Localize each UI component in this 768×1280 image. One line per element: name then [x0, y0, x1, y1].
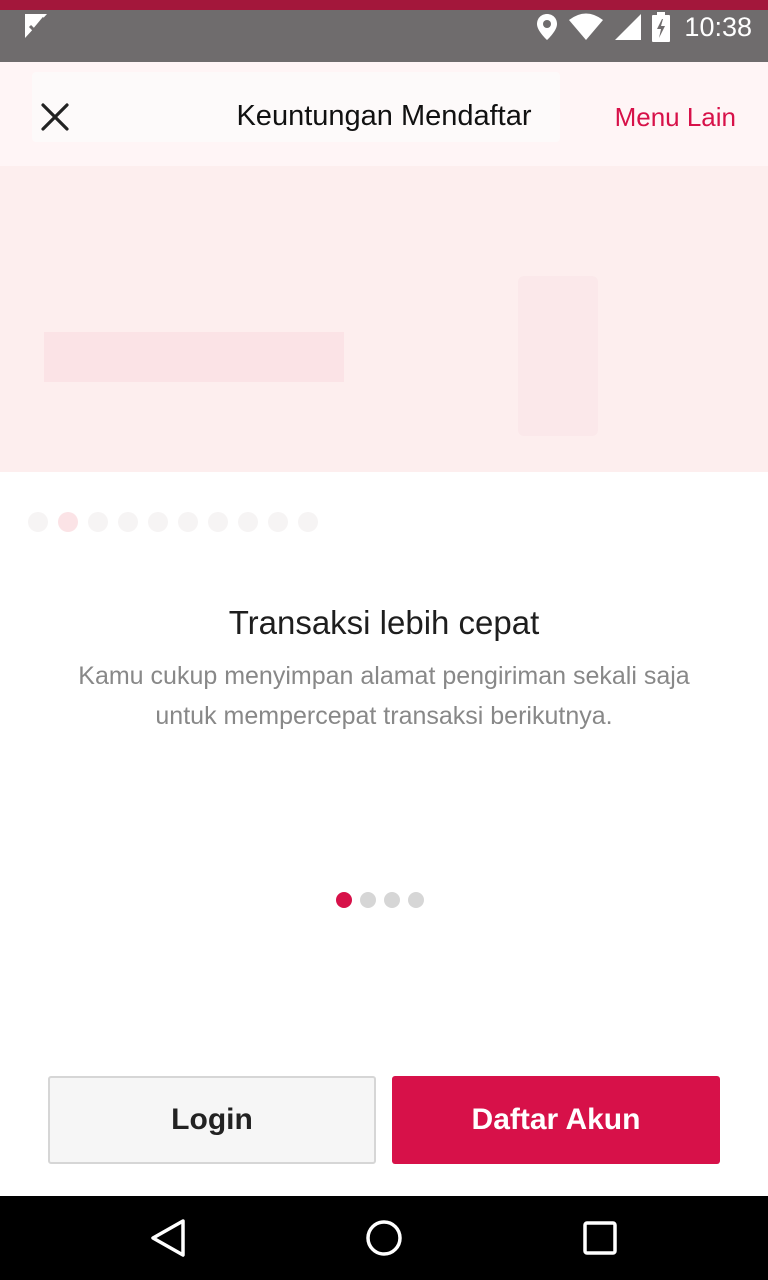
- menu-lain-link[interactable]: Menu Lain: [615, 102, 736, 133]
- background-banner: [0, 166, 768, 472]
- sheet-header: Keuntungan Mendaftar Menu Lain: [0, 62, 768, 166]
- background-phone-graphic: [518, 276, 598, 436]
- wifi-icon: [569, 13, 604, 40]
- location-icon: [537, 14, 558, 40]
- status-time: 10:38: [684, 11, 752, 42]
- status-accent-line: [0, 0, 768, 10]
- slide-title: Transaksi lebih cepat: [228, 604, 540, 641]
- background-voucher-box: [44, 332, 344, 382]
- pager-dot-4[interactable]: [408, 892, 424, 908]
- status-icons: 10:38: [536, 10, 752, 44]
- navigation-bar: [0, 1196, 768, 1280]
- pager-dot-1[interactable]: [336, 892, 352, 908]
- background-banner-dots: [28, 512, 318, 532]
- recents-icon: [583, 1221, 617, 1255]
- signal-icon: [615, 14, 642, 40]
- back-icon: [151, 1219, 185, 1257]
- back-button[interactable]: [138, 1208, 198, 1268]
- recents-button[interactable]: [570, 1208, 630, 1268]
- slide-pager: [336, 892, 424, 908]
- pager-dot-3[interactable]: [384, 892, 400, 908]
- login-button[interactable]: Login: [48, 1076, 376, 1164]
- slide-description: Kamu cukup menyimpan alamat pengiriman s…: [78, 662, 690, 730]
- pager-dot-2[interactable]: [360, 892, 376, 908]
- status-bar: 10:38: [0, 0, 768, 62]
- battery-charging-icon: [652, 12, 671, 42]
- notification-check-icon: [25, 14, 47, 38]
- home-button[interactable]: [354, 1208, 414, 1268]
- home-icon: [366, 1220, 402, 1256]
- register-button[interactable]: Daftar Akun: [392, 1076, 720, 1164]
